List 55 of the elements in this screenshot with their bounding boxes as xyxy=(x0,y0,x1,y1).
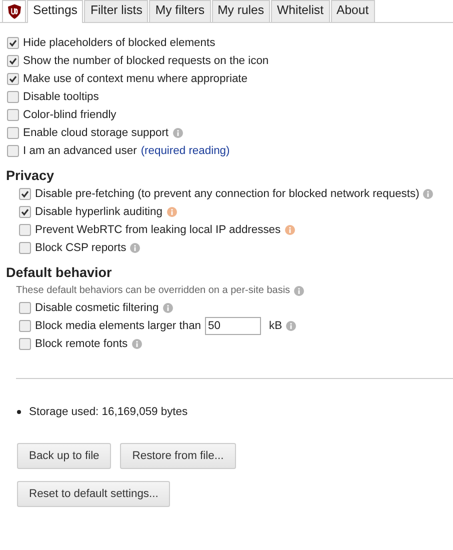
checkbox[interactable] xyxy=(7,109,19,121)
unit-label: kB xyxy=(269,320,282,332)
bullet-icon xyxy=(17,410,21,414)
option-label: Block remote fonts xyxy=(35,338,128,350)
checkbox[interactable] xyxy=(19,302,31,314)
tab[interactable]: My rules xyxy=(212,0,270,22)
checkbox[interactable] xyxy=(19,242,31,254)
info-icon[interactable] xyxy=(162,303,173,313)
option-label: Disable pre-fetching (to prevent any connection for blocked network requests) xyxy=(35,188,420,200)
checkbox[interactable] xyxy=(7,37,19,49)
tab[interactable]: Whitelist xyxy=(271,0,330,22)
info-icon[interactable] xyxy=(172,128,183,138)
option-label: Disable tooltips xyxy=(23,91,99,103)
option-label: Block media elements larger than xyxy=(35,320,202,332)
info-icon[interactable] xyxy=(130,243,140,253)
tab[interactable]: Settings xyxy=(27,0,84,23)
info-icon[interactable] xyxy=(423,189,434,199)
info-icon[interactable] xyxy=(294,286,304,296)
option-label: Block CSP reports xyxy=(35,242,126,254)
checkbox[interactable] xyxy=(19,224,31,236)
section-heading: Default behavior xyxy=(5,264,113,280)
option-label: Disable cosmetic filtering xyxy=(35,302,159,314)
tab[interactable]: Filter lists xyxy=(84,0,148,22)
option-label: Enable cloud storage support xyxy=(23,127,169,139)
checkbox[interactable] xyxy=(19,320,31,332)
checkbox[interactable] xyxy=(19,206,31,218)
tab[interactable]: About xyxy=(330,0,375,22)
option-label: Color-blind friendly xyxy=(23,109,116,121)
size-input-field[interactable]: 50 xyxy=(205,317,262,335)
option-label: Show the number of blocked requests on the icon xyxy=(23,55,269,67)
section-heading: Privacy xyxy=(5,167,56,183)
tab[interactable]: My filters xyxy=(149,0,211,22)
storage-used-text: Storage used: 16,169,059 bytes xyxy=(29,406,188,418)
section-note: These default behaviors can be overridden on a per-site basis xyxy=(16,285,290,296)
checkbox[interactable] xyxy=(19,188,31,200)
option-label: I am an advanced user xyxy=(23,145,137,157)
logo xyxy=(8,4,20,19)
checkbox[interactable] xyxy=(7,91,19,103)
info-icon[interactable] xyxy=(166,207,176,217)
option-label: Prevent WebRTC from leaking local IP addresses xyxy=(35,224,281,236)
action-button[interactable]: Reset to default settings... xyxy=(17,481,170,507)
checkbox[interactable] xyxy=(19,338,31,350)
info-icon[interactable] xyxy=(132,339,142,349)
option-label: Disable hyperlink auditing xyxy=(35,206,162,218)
action-button[interactable]: Back up to file xyxy=(17,443,112,469)
option-label: Make use of context menu where appropriate xyxy=(23,73,248,85)
option-label: Hide placeholders of blocked elements xyxy=(23,37,216,49)
checkbox[interactable] xyxy=(7,55,19,67)
checkbox[interactable] xyxy=(7,127,19,139)
checkbox[interactable] xyxy=(7,145,19,157)
required-reading-link[interactable]: (required reading) xyxy=(140,145,230,157)
checkbox[interactable] xyxy=(7,73,19,85)
info-icon[interactable] xyxy=(284,225,295,235)
action-button[interactable]: Restore from file... xyxy=(120,443,236,469)
info-icon[interactable] xyxy=(286,321,296,331)
